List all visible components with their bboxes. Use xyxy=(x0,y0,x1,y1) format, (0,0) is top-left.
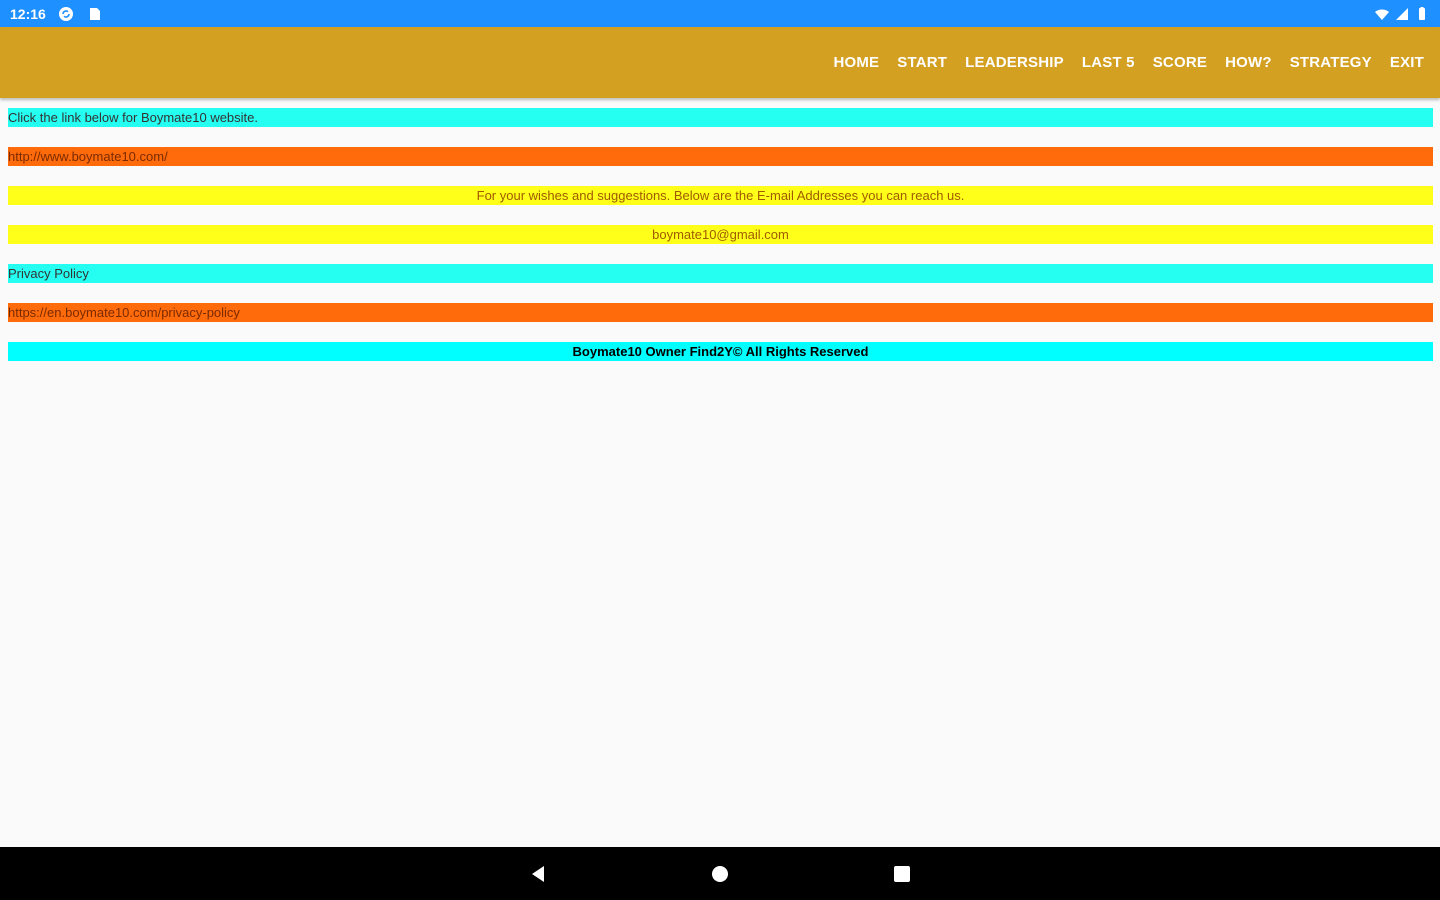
menu-home[interactable]: HOME xyxy=(833,54,879,71)
app-bar: HOME START LEADERSHIP LAST 5 SCORE HOW? … xyxy=(0,27,1440,98)
menu-how[interactable]: HOW? xyxy=(1225,54,1272,71)
system-navigation-bar xyxy=(0,847,1440,900)
battery-icon xyxy=(1414,6,1430,22)
back-icon[interactable] xyxy=(526,862,550,886)
menu-score[interactable]: SCORE xyxy=(1153,54,1207,71)
status-bar: 12:16 xyxy=(0,0,1440,27)
sync-icon xyxy=(58,6,74,22)
website-prompt: Click the link below for Boymate10 websi… xyxy=(8,108,1433,127)
home-icon[interactable] xyxy=(708,862,732,886)
copyright-text: Boymate10 Owner Find2Y© All Rights Reser… xyxy=(8,342,1433,361)
contact-prompt: For your wishes and suggestions. Below a… xyxy=(8,186,1433,205)
menu-start[interactable]: START xyxy=(897,54,947,71)
menu-leadership[interactable]: LEADERSHIP xyxy=(965,54,1064,71)
wifi-icon xyxy=(1374,6,1390,22)
privacy-policy-link[interactable]: https://en.boymate10.com/privacy-policy xyxy=(8,303,1433,322)
sd-card-icon xyxy=(86,6,102,22)
privacy-policy-label: Privacy Policy xyxy=(8,264,1433,283)
status-time: 12:16 xyxy=(10,5,46,22)
menu-strategy[interactable]: STRATEGY xyxy=(1290,54,1372,71)
email-link[interactable]: boymate10@gmail.com xyxy=(8,225,1433,244)
menu-last-5[interactable]: LAST 5 xyxy=(1082,54,1135,71)
recents-icon[interactable] xyxy=(890,862,914,886)
signal-icon xyxy=(1394,6,1410,22)
menu-exit[interactable]: EXIT xyxy=(1390,54,1424,71)
content-area: Click the link below for Boymate10 websi… xyxy=(8,108,1433,381)
website-link[interactable]: http://www.boymate10.com/ xyxy=(8,147,1433,166)
